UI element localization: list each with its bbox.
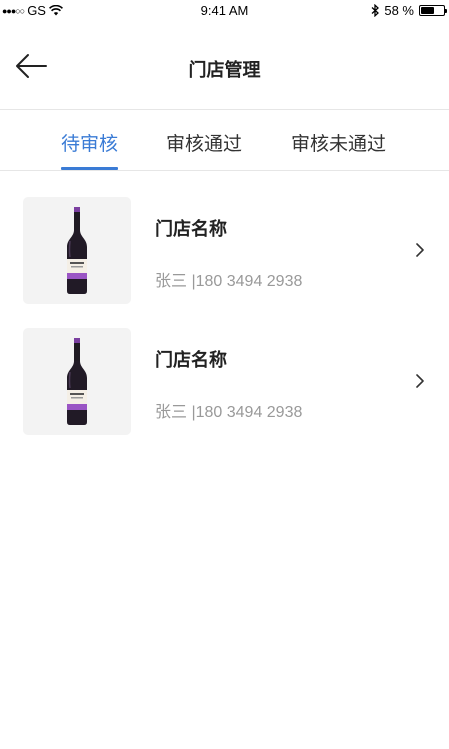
store-name: 门店名称 (155, 219, 227, 239)
store-thumbnail (23, 197, 131, 304)
store-list-item[interactable]: 门店名称 张三 |180 3494 2938 (0, 197, 449, 307)
status-bar: ●●●○○ GS 9:41 AM 58 % (0, 0, 449, 22)
battery-icon (419, 5, 447, 16)
tab-pending[interactable]: 待审核 (61, 129, 118, 156)
active-tab-indicator (61, 167, 118, 170)
wine-bottle-icon (67, 338, 87, 425)
tab-bar: 待审核 审核通过 审核未通过 (0, 111, 449, 171)
tab-approved[interactable]: 审核通过 (166, 129, 242, 156)
wine-bottle-icon (67, 207, 87, 294)
page-title: 门店管理 (188, 60, 261, 80)
store-name: 门店名称 (155, 350, 227, 370)
bluetooth-icon (371, 4, 380, 17)
store-contact: 张三 |180 3494 2938 (155, 273, 303, 290)
nav-bar: 门店管理 (0, 22, 449, 110)
store-thumbnail (23, 328, 131, 435)
battery-level-fill (421, 7, 434, 14)
battery-percent: 58 % (384, 3, 414, 18)
tab-rejected[interactable]: 审核未通过 (291, 129, 386, 156)
chevron-right-icon[interactable] (414, 241, 426, 259)
store-list-item[interactable]: 门店名称 张三 |180 3494 2938 (0, 328, 449, 438)
status-right-group: 58 % (371, 3, 447, 18)
chevron-right-icon[interactable] (414, 372, 426, 390)
store-contact: 张三 |180 3494 2938 (155, 404, 303, 421)
